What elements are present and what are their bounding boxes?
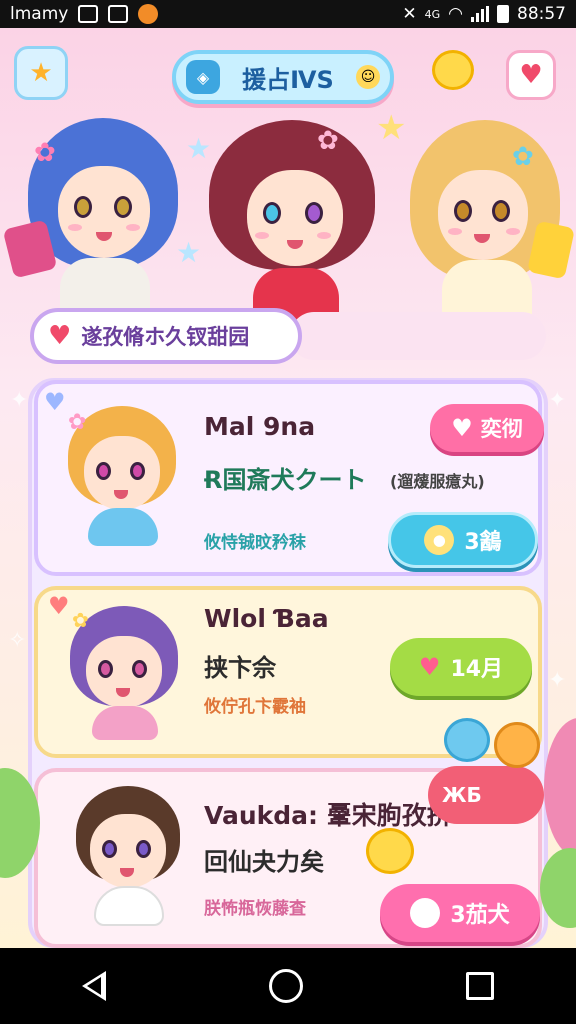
subtitle-text: 遂孜脩ホ久钗甜园 bbox=[81, 325, 250, 349]
avatar bbox=[68, 786, 188, 926]
mascot-chick bbox=[366, 828, 414, 874]
badge-label: 奕彻 bbox=[480, 417, 523, 441]
system-nav-bar bbox=[0, 948, 576, 1024]
heart-icon: ♥ bbox=[451, 414, 473, 442]
mailbox-heart-icon: ♥ bbox=[519, 60, 543, 90]
heart-icon: ♥ bbox=[48, 321, 72, 351]
button-label: 14月 bbox=[450, 657, 504, 682]
image-icon bbox=[78, 5, 99, 23]
list-item[interactable]: Vaukda: 鞷宋朐孜挤 回仙夬力矣 朕怖瓶恢藤査 ЖБ ☻ 3茄犬 bbox=[34, 766, 544, 948]
chick-icon: ● bbox=[424, 525, 455, 555]
heart-icon: ♥ bbox=[418, 653, 441, 681]
mascot-chick bbox=[432, 50, 474, 90]
app-notification-icon bbox=[138, 4, 159, 24]
clock: 88:57 bbox=[517, 4, 566, 24]
wand-star-icon: ★ bbox=[29, 58, 53, 88]
card-action-button[interactable]: ♥ 14月 bbox=[390, 638, 532, 696]
mailbox-button[interactable]: ♥ bbox=[506, 50, 556, 100]
title-banner[interactable]: ◈ 援占ⅣS ☺ bbox=[172, 50, 394, 104]
card-action-button[interactable]: ☻ 3茄犬 bbox=[380, 884, 540, 942]
ghost-icon: ☻ bbox=[410, 898, 441, 928]
magic-wand-button[interactable]: ★ bbox=[14, 46, 68, 100]
button-label: 3䳺 bbox=[464, 530, 502, 555]
sparkle-icon: ✦ bbox=[548, 668, 567, 693]
signal-icon bbox=[471, 6, 489, 22]
avatar: ✿ bbox=[64, 606, 184, 746]
card-name: Wlol Ɓaa bbox=[204, 604, 329, 633]
mute-icon: ✕ bbox=[402, 4, 417, 24]
card-tag-extra: (遛蕿服癔丸) bbox=[390, 472, 485, 491]
app-screen: ✦ ✦ ✧ ✦ ★ ★ ★ ★ ★ ◈ 援占ⅣS ☺ ♥ ✿ ✿ bbox=[0, 28, 576, 948]
card-sub: 攸恃铖旼矜秣 bbox=[204, 533, 306, 553]
avatar: ✿ bbox=[62, 406, 182, 546]
sparkle-icon: ✦ bbox=[548, 388, 567, 413]
card-sub: 攸佇孔卞霰袖 bbox=[204, 697, 306, 717]
smile-icon: ☺ bbox=[356, 65, 380, 89]
back-triangle-icon[interactable] bbox=[81, 971, 106, 1001]
card-line: Ɍ国斎犬クート bbox=[204, 466, 367, 494]
hero-character-red: ✿ bbox=[205, 120, 380, 335]
button-label: 3茄犬 bbox=[450, 903, 510, 928]
subtitle-bar bbox=[290, 312, 546, 360]
wifi-icon: ◠ bbox=[448, 4, 463, 24]
shield-icon: ◈ bbox=[186, 60, 220, 94]
list-item[interactable]: ♥ ✿ Mal 9na Ɍ国斎犬クート (遛蕿服癔丸) 攸恃铖旼矜秣 ♥ 奕彻 … bbox=[34, 380, 544, 576]
card-name: Mal 9na bbox=[204, 412, 316, 441]
card-line: 挟卞佘 bbox=[204, 654, 276, 682]
card-line: 回仙夬力矣 bbox=[204, 848, 324, 876]
badge-label: ЖБ bbox=[442, 783, 482, 807]
carrier-label: lmamy bbox=[10, 4, 69, 24]
card-action-button[interactable]: ● 3䳺 bbox=[388, 512, 538, 568]
mascot-blue-blob bbox=[444, 718, 490, 762]
subtitle-banner[interactable]: ♥ 遂孜脩ホ久钗甜园 bbox=[30, 308, 302, 364]
sync-icon bbox=[108, 5, 129, 23]
home-circle-icon[interactable] bbox=[268, 969, 303, 1003]
mascot-orange-bear bbox=[494, 722, 540, 768]
favorite-badge[interactable]: ♥ 奕彻 bbox=[430, 404, 544, 452]
network-label: 4G bbox=[424, 7, 441, 21]
page-title: 援占ⅣS bbox=[242, 65, 334, 94]
card-name: Vaukda: 鞷宋朐孜挤 bbox=[204, 801, 452, 830]
card-sub: 朕怖瓶恢藤査 bbox=[204, 899, 306, 919]
bush-decoration bbox=[544, 718, 576, 858]
recent-square-icon[interactable] bbox=[466, 972, 495, 1000]
battery-icon bbox=[497, 5, 509, 23]
status-bar: lmamy ✕ 4G ◠ 88:57 bbox=[0, 0, 576, 28]
sparkle-icon: ✦ bbox=[10, 388, 29, 413]
status-badge[interactable]: ЖБ bbox=[428, 766, 544, 824]
sparkle-icon: ✧ bbox=[8, 628, 27, 653]
star-icon: ★ bbox=[376, 108, 407, 148]
